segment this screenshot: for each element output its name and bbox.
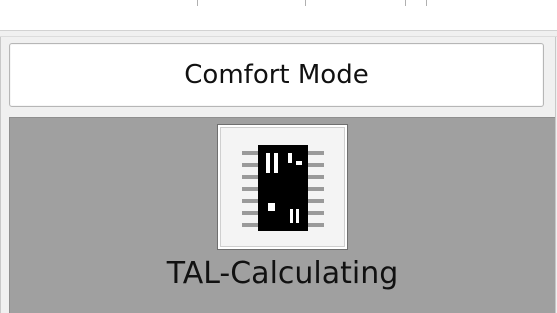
comfort-mode-button[interactable]: Comfort Mode xyxy=(9,43,544,107)
screen: Comfort Mode TAL-Calculating xyxy=(0,0,557,313)
chip-icon xyxy=(242,145,324,231)
toolbar-divider xyxy=(405,0,406,6)
function-tiles-area: TAL-Calculating xyxy=(9,117,555,313)
tal-calculating-tile[interactable] xyxy=(217,124,348,250)
tal-calculating-label: TAL-Calculating xyxy=(166,256,399,291)
toolbar-divider xyxy=(426,0,427,6)
top-toolbar-strip xyxy=(0,0,557,31)
toolbar-divider xyxy=(305,0,306,6)
toolbar-divider xyxy=(197,0,198,6)
